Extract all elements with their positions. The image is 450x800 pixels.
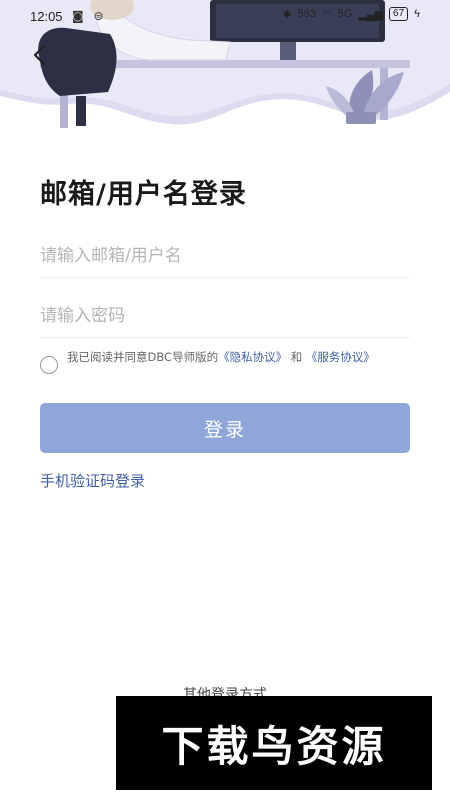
status-bar: 12:05 ◙ ⊜ ✱ 593 ◠ 5G ▂▄▆ 67 ϟ bbox=[0, 0, 450, 32]
service-agreement-link[interactable]: 《服务协议》 bbox=[306, 350, 375, 364]
charging-icon: ϟ bbox=[414, 8, 420, 20]
signal-bars-icon: ▂▄▆ bbox=[358, 8, 384, 21]
agreement-checkbox[interactable] bbox=[40, 356, 58, 374]
status-time: 12:05 bbox=[30, 9, 63, 24]
sms-login-link[interactable]: 手机验证码登录 bbox=[40, 470, 145, 491]
account-input[interactable] bbox=[40, 234, 410, 277]
status-right-group: ✱ 593 ◠ 5G ▂▄▆ 67 ϟ bbox=[282, 7, 420, 21]
password-input[interactable] bbox=[40, 294, 410, 337]
agreement-and: 和 bbox=[290, 350, 303, 364]
agreement-text: 我已阅读并同意DBC导师版的《隐私协议》 和 《服务协议》 bbox=[67, 350, 375, 365]
bluetooth-icon: ✱ bbox=[282, 8, 292, 21]
password-field bbox=[40, 294, 410, 338]
agreement-prefix: 我已阅读并同意DBC导师版的 bbox=[67, 350, 219, 364]
page-title: 邮箱/用户名登录 bbox=[40, 179, 247, 210]
signal-label: 5G bbox=[337, 8, 353, 20]
network-speed: 593 bbox=[297, 8, 317, 20]
account-field bbox=[40, 234, 410, 278]
agreement-row: 我已阅读并同意DBC导师版的《隐私协议》 和 《服务协议》 bbox=[40, 350, 410, 374]
notification-icons: ◙ ⊜ bbox=[72, 9, 107, 23]
watermark-text: 下载鸟资源 bbox=[161, 721, 387, 771]
chevron-left-icon bbox=[33, 44, 46, 66]
battery-level: 67 bbox=[389, 7, 409, 21]
watermark-banner: 下载鸟资源 bbox=[116, 696, 432, 790]
login-button[interactable]: 登录 bbox=[40, 403, 410, 453]
wifi-icon: ◠ bbox=[322, 8, 332, 21]
privacy-policy-link[interactable]: 《隐私协议》 bbox=[218, 350, 287, 364]
back-button[interactable] bbox=[26, 42, 52, 68]
